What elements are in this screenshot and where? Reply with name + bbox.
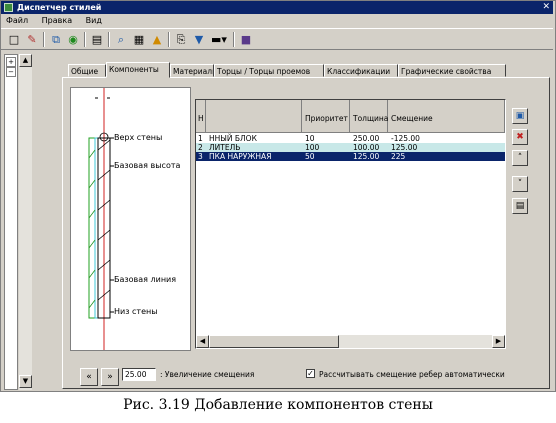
row-priority: 100 (305, 143, 320, 152)
collapse-icon[interactable]: − (6, 67, 16, 77)
table-row[interactable]: 2 ЛИТЕЛЬ 100 100.00 125.00 (196, 143, 505, 152)
menu-view[interactable]: Вид (86, 16, 102, 25)
open-icon[interactable]: ✎ (24, 32, 40, 47)
figure-caption: Рис. 3.19 Добавление компонентов стены (123, 397, 433, 413)
row-thickness: 125.00 (353, 152, 380, 161)
row-num: 2 (198, 143, 203, 152)
prev-button[interactable]: « (80, 368, 98, 386)
row-offset: 225 (391, 152, 406, 161)
style-tree[interactable]: + − (4, 54, 18, 390)
label-base-height: Базовая высота (114, 161, 181, 170)
row-offset: 125.00 (391, 143, 418, 152)
table-hscrollbar[interactable]: ◀ ▶ (196, 335, 505, 348)
toolbar-separator (233, 32, 235, 47)
col-header-priority[interactable]: Приоритет (302, 100, 350, 133)
row-num: 3 (198, 152, 203, 161)
paste-icon[interactable]: ◉ (65, 32, 81, 47)
menu-bar: Файл Правка Вид (1, 15, 553, 27)
row-name: ПКА НАРУЖНАЯ (209, 152, 272, 161)
auto-offset-label: Рассчитывать смещение ребер автоматическ… (319, 370, 505, 379)
col-header-offset[interactable]: Смещение (388, 100, 505, 133)
new-icon[interactable]: □ (6, 32, 22, 47)
offset-increment-input[interactable]: 25.00 (122, 368, 156, 381)
filter-icon[interactable]: ▼ (191, 32, 207, 47)
row-offset: -125.00 (391, 134, 420, 143)
row-thickness: 250.00 (353, 134, 380, 143)
scroll-up-icon[interactable]: ▲ (19, 54, 32, 67)
book-icon[interactable]: ■ (238, 32, 254, 47)
row-priority: 50 (305, 152, 315, 161)
tab-ends[interactable]: Торцы / Торцы проемов (214, 64, 324, 77)
grid-icon[interactable]: ▦ (131, 32, 147, 47)
row-priority: 10 (305, 134, 315, 143)
export-icon[interactable]: ⎘ (173, 32, 189, 47)
tab-graphic-properties[interactable]: Графические свойства (398, 64, 506, 77)
col-header-name[interactable] (206, 100, 302, 133)
menu-edit[interactable]: Правка (42, 16, 72, 25)
col-header-num[interactable]: Н (196, 100, 206, 133)
tab-classifications[interactable]: Классификации (324, 64, 398, 77)
title-bar: Диспетчер стилей ✕ (1, 1, 553, 14)
hatching (88, 149, 96, 309)
app-icon (4, 3, 13, 12)
expand-icon[interactable]: + (6, 57, 16, 67)
scroll-right-icon[interactable]: ▶ (492, 335, 505, 348)
table-row[interactable]: 1 ННЫЙ БЛОК 10 250.00 -125.00 (196, 134, 505, 143)
delete-component-icon[interactable]: ✖ (512, 129, 528, 145)
add-component-icon[interactable]: ▣ (512, 108, 528, 124)
tree-scrollbar[interactable]: ▲ ▼ (19, 54, 32, 390)
move-down-icon[interactable]: ˅ (512, 176, 528, 192)
component-properties-icon[interactable]: ▤ (512, 198, 528, 214)
offset-increment-label: : Увеличение смещения (160, 370, 255, 379)
row-num: 1 (198, 134, 203, 143)
label-wall-top: Верх стены (114, 133, 163, 142)
close-icon[interactable]: ✕ (542, 1, 550, 14)
window-title: Диспетчер стилей (17, 3, 102, 12)
table-row-selected[interactable]: 3 ПКА НАРУЖНАЯ 50 125.00 225 (196, 152, 505, 161)
label-baseline: Базовая линия (114, 275, 177, 284)
scroll-thumb[interactable] (209, 335, 339, 348)
tab-materials[interactable]: Материалы (170, 64, 214, 77)
tab-general[interactable]: Общие (68, 64, 106, 77)
scroll-left-icon[interactable]: ◀ (196, 335, 209, 348)
menu-file[interactable]: Файл (6, 16, 28, 25)
copy-icon[interactable]: ⧉ (48, 32, 64, 47)
wall-preview: Верх стены Базовая высота Базовая линия … (70, 87, 191, 351)
toolbar-separator (108, 32, 110, 47)
tab-components[interactable]: Компоненты (106, 62, 170, 78)
toolbar-separator (168, 32, 170, 47)
row-thickness: 100.00 (353, 143, 380, 152)
toolbar-separator (84, 32, 86, 47)
move-up-icon[interactable]: ˄ (512, 150, 528, 166)
toolbar: □ ✎ ⧉ ◉ ▤ ⌕ ▦ ▲ ⎘ ▼ ▬▾ ■ (1, 28, 553, 50)
pencil-icon[interactable]: ▲ (149, 32, 165, 47)
auto-offset-checkbox[interactable]: ✓ (306, 369, 315, 378)
components-table[interactable]: Н Приоритет Толщина Смещение 1 ННЫЙ БЛОК… (195, 99, 506, 349)
view-dropdown-icon[interactable]: ▬▾ (208, 32, 230, 47)
col-header-thickness[interactable]: Толщина (350, 100, 388, 133)
next-button[interactable]: » (101, 368, 119, 386)
properties-icon[interactable]: ▤ (89, 32, 105, 47)
layer-outer (88, 137, 96, 319)
scroll-down-icon[interactable]: ▼ (19, 375, 32, 388)
label-wall-bottom: Низ стены (114, 307, 158, 316)
toolbar-separator (43, 32, 45, 47)
row-name: ННЫЙ БЛОК (209, 134, 257, 143)
row-name: ЛИТЕЛЬ (209, 143, 241, 152)
preview-icon[interactable]: ⌕ (113, 32, 129, 47)
